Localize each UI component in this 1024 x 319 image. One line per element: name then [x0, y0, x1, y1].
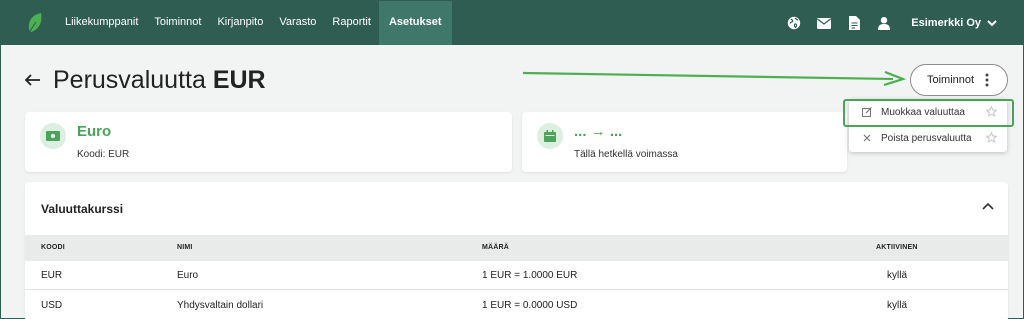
money-icon [40, 123, 66, 149]
cell-code: EUR [41, 270, 63, 281]
exchange-rate-panel: Valuuttakurssi KOODI NIMI MÄÄRÄ AKTIIVIN… [25, 182, 1008, 319]
validity-period: ... → ... [574, 123, 623, 140]
user-icon[interactable] [869, 1, 899, 45]
cell-active: kyllä [887, 270, 908, 281]
cell-amount: 1 EUR = 1.0000 EUR [482, 270, 578, 281]
validity-card: ... → ... Tällä hetkellä voimassa [522, 112, 847, 172]
currency-name: Euro [77, 123, 112, 140]
document-icon[interactable] [839, 1, 869, 45]
nav-right-tools: Esimerkki Oy [779, 1, 1023, 45]
column-header-active[interactable]: AKTIIVINEN [876, 244, 918, 251]
top-navigation-bar: Liikekumppanit Toiminnot Kirjanpito Vara… [1, 1, 1023, 45]
actions-button[interactable]: Toiminnot [910, 64, 1008, 96]
validity-status: Tällä hetkellä voimassa [574, 149, 678, 160]
table-row[interactable]: EUR Euro 1 EUR = 1.0000 EUR kyllä [25, 261, 1008, 290]
nav-item-liikekumppanit[interactable]: Liikekumppanit [57, 1, 146, 45]
star-outline-icon[interactable] [986, 132, 997, 143]
panel-title: Valuuttakurssi [41, 202, 124, 216]
actions-button-label: Toiminnot [927, 74, 975, 86]
cell-amount: 1 EUR = 0.0000 USD [482, 300, 578, 311]
nav-item-raportit[interactable]: Raportit [324, 1, 379, 45]
page-title: Perusvaluutta EUR [53, 66, 266, 95]
nav-item-asetukset[interactable]: Asetukset [378, 1, 452, 45]
cell-active: kyllä [887, 300, 908, 311]
main-menu: Liikekumppanit Toiminnot Kirjanpito Vara… [57, 1, 452, 45]
cell-code: USD [41, 300, 63, 311]
close-icon [861, 134, 873, 142]
page-title-code: EUR [212, 65, 266, 94]
nav-item-varasto[interactable]: Varasto [271, 1, 324, 45]
more-vertical-icon [985, 73, 989, 87]
chevron-up-icon[interactable] [982, 202, 994, 210]
chevron-down-icon [987, 19, 997, 26]
company-selector[interactable]: Esimerkki Oy [911, 17, 997, 29]
annotation-arrow [522, 70, 907, 87]
company-name: Esimerkki Oy [911, 17, 981, 29]
page-header: Perusvaluutta EUR [25, 65, 266, 95]
cell-name: Euro [177, 270, 199, 281]
highlight-box [843, 99, 1014, 127]
leaf-logo-icon[interactable] [27, 12, 45, 34]
menu-item-delete-base-currency[interactable]: Poista perusvaluutta [849, 126, 1007, 150]
currency-card: Euro Koodi: EUR [25, 112, 512, 172]
column-header-name[interactable]: NIMI [177, 244, 193, 251]
cell-name: Yhdysvaltain dollari [177, 300, 264, 311]
currency-code: Koodi: EUR [77, 149, 130, 160]
table-header: KOODI NIMI MÄÄRÄ AKTIIVINEN [25, 235, 1008, 261]
column-header-amount[interactable]: MÄÄRÄ [482, 244, 509, 251]
table-row[interactable]: USD Yhdysvaltain dollari 1 EUR = 0.0000 … [25, 291, 1008, 319]
back-arrow-icon[interactable] [25, 71, 43, 89]
menu-item-label: Poista perusvaluutta [881, 132, 972, 144]
column-header-code[interactable]: KOODI [41, 244, 65, 251]
nav-item-toiminnot[interactable]: Toiminnot [146, 1, 209, 45]
mail-icon[interactable] [809, 1, 839, 45]
page-title-prefix: Perusvaluutta [53, 65, 206, 94]
globe-icon[interactable] [779, 1, 809, 45]
nav-item-kirjanpito[interactable]: Kirjanpito [209, 1, 271, 45]
calendar-icon [537, 123, 563, 149]
